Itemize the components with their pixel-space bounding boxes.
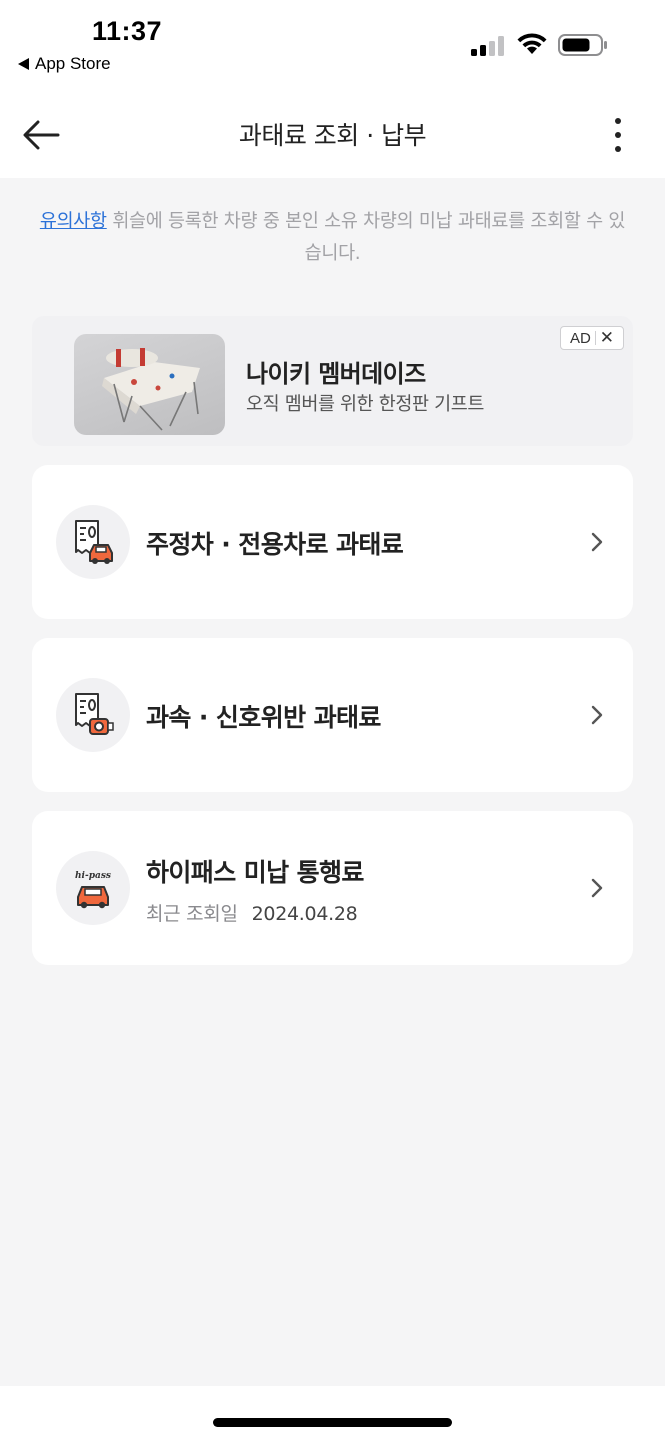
back-to-app-link[interactable]: App Store (18, 54, 111, 74)
status-time: 11:37 (92, 16, 163, 46)
home-indicator[interactable] (213, 1418, 452, 1427)
folding-table-illustration (102, 348, 200, 431)
parking-fine-icon (56, 505, 130, 579)
notice-text: 유의사항 휘슬에 등록한 차량 중 본인 소유 차량의 미납 과태료를 조회할 … (34, 206, 631, 270)
speed-camera-fine-icon (56, 678, 130, 752)
menu-item-speed-signal-fine[interactable]: 과속 · 신호위반 과태료 (32, 638, 633, 792)
menu-item-parking-fine[interactable]: 주정차 · 전용차로 과태료 (32, 465, 633, 619)
last-checked: 최근 조회일 2024.04.28 (146, 899, 358, 926)
more-dot (615, 132, 621, 138)
cellular-signal-icon (471, 36, 504, 56)
chevron-right-icon (591, 532, 603, 552)
more-dot (615, 146, 621, 152)
chevron-right-icon (591, 878, 603, 898)
ad-banner[interactable]: 나이키 멤버데이즈 오직 멤버를 위한 한정판 기프트 AD ✕ (32, 316, 633, 446)
ad-badge: AD ✕ (560, 326, 624, 350)
menu-item-title: 주정차 · 전용차로 과태료 (146, 530, 404, 559)
back-triangle-icon (18, 58, 29, 70)
ad-label: AD (569, 329, 591, 347)
notice-link[interactable]: 유의사항 (40, 211, 107, 232)
hipass-logo-text: hi-pass (75, 871, 111, 881)
ad-close-icon[interactable]: ✕ (600, 328, 614, 348)
ad-badge-divider (594, 331, 596, 345)
wifi-icon (517, 33, 547, 54)
page-title: 과태료 조회 · 납부 (238, 121, 427, 150)
more-dot (615, 118, 621, 124)
ad-image (74, 334, 225, 435)
menu-item-title: 과속 · 신호위반 과태료 (146, 703, 381, 732)
menu-item-hipass-toll[interactable]: hi-pass 하이패스 미납 통행료 최근 조회일 2024.04.28 (32, 811, 633, 965)
hipass-car-icon: hi-pass (56, 851, 130, 925)
ad-subtitle: 오직 멤버를 위한 한정판 기프트 (246, 394, 484, 415)
last-checked-date: 2024.04.28 (251, 903, 358, 925)
menu-item-title: 하이패스 미납 통행료 (146, 858, 364, 887)
last-checked-label: 최근 조회일 (146, 903, 238, 925)
back-app-label: App Store (35, 54, 111, 73)
chevron-right-icon (591, 705, 603, 725)
more-vertical-icon[interactable] (604, 114, 632, 156)
bottom-safe-area (0, 1386, 665, 1440)
ad-title: 나이키 멤버데이즈 (246, 360, 426, 388)
notice-body: 휘슬에 등록한 차량 중 본인 소유 차량의 미납 과태료를 조회할 수 있습니… (106, 211, 626, 264)
battery-icon (558, 34, 607, 56)
